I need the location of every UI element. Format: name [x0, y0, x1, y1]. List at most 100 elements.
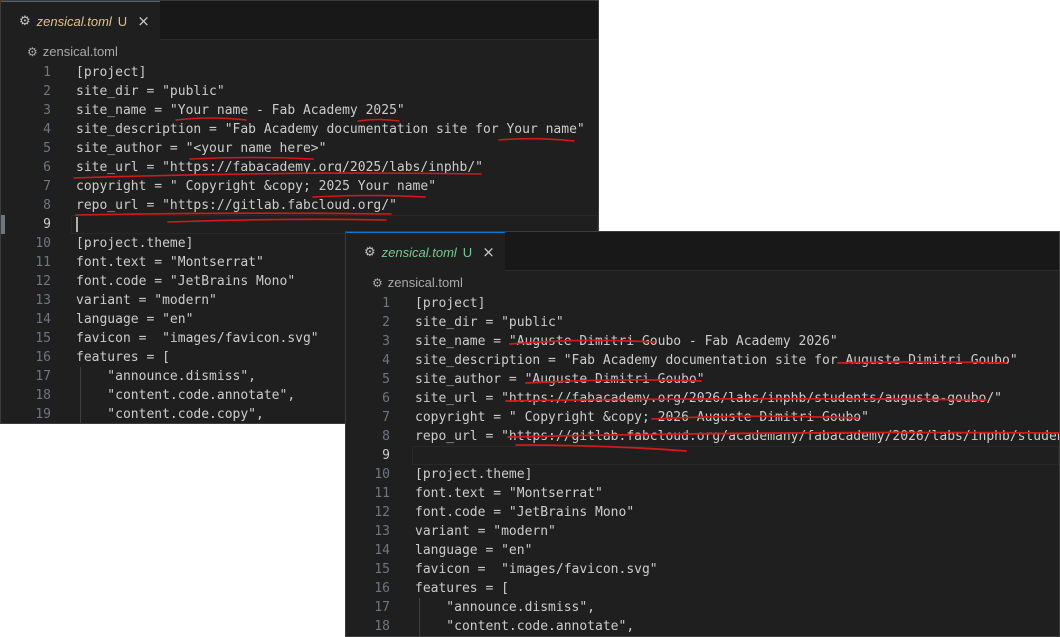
gear-icon: ⚙	[372, 275, 383, 290]
code-line[interactable]: 17 "announce.dismiss",	[346, 598, 1059, 617]
line-number: 5	[382, 372, 390, 387]
code-line[interactable]: 5 site_author = "Auguste Dimitri Goubo"	[346, 370, 1059, 389]
code-line[interactable]: 2 site_dir = "public"	[346, 313, 1059, 332]
code-line[interactable]: 3 site_name = "Your name - Fab Academy 20…	[1, 101, 598, 120]
code-line[interactable]: 10 [project.theme]	[346, 465, 1059, 484]
line-number: 4	[43, 122, 51, 137]
code-line[interactable]: 4 site_description = "Fab Academy documen…	[1, 120, 598, 139]
current-line-highlight	[412, 446, 1059, 465]
line-number: 12	[35, 274, 51, 289]
line-number: 13	[35, 293, 51, 308]
text-cursor	[76, 217, 78, 232]
code-line[interactable]: 14 language = "en"	[346, 541, 1059, 560]
code-text: language = "en"	[76, 312, 194, 327]
code-line[interactable]: 9	[346, 446, 1059, 465]
code-line[interactable]: 18 "content.code.annotate",	[346, 617, 1059, 636]
code-line[interactable]: 8 repo_url = "https://gitlab.fabcloud.org…	[1, 196, 598, 215]
code-text: "announce.dismiss",	[415, 600, 596, 615]
line-number: 14	[374, 543, 390, 558]
code-text: site_name = "Auguste Dimitri Goubo - Fab…	[415, 334, 838, 349]
line-number: 8	[43, 198, 51, 213]
tab-zensical-toml[interactable]: ⚙ zensical.toml U ×	[1, 1, 160, 40]
breadcrumb: ⚙ zensical.toml	[1, 40, 598, 63]
line-number: 8	[382, 429, 390, 444]
code-line[interactable]: 6 site_url = "https://fabacademy.org/2025…	[1, 158, 598, 177]
line-number: 18	[374, 619, 390, 634]
line-number: 15	[374, 562, 390, 577]
line-number: 2	[382, 315, 390, 330]
tab-bar: ⚙ zensical.toml U ×	[346, 232, 1059, 271]
gear-icon: ⚙	[27, 44, 38, 59]
code-line[interactable]: 12 font.code = "JetBrains Mono"	[346, 503, 1059, 522]
code-text: "content.code.copy",	[76, 407, 264, 422]
code-text: "content.code.annotate",	[76, 388, 296, 403]
code-line[interactable]: 16 features = [	[346, 579, 1059, 598]
code-text: site_description = "Fab Academy document…	[76, 122, 585, 137]
code-editor[interactable]: 1 [project] 2 site_dir = "public" 3 site_name…	[346, 294, 1059, 636]
code-line[interactable]: 7 copyright = " Copyright &copy; 2026 Aug…	[346, 408, 1059, 427]
code-text: [project]	[76, 65, 147, 80]
code-line[interactable]: 3 site_name = "Auguste Dimitri Goubo - Fa…	[346, 332, 1059, 351]
code-line[interactable]: 8 repo_url = "https://gitlab.fabcloud.org…	[346, 427, 1059, 446]
untracked-badge: U	[117, 13, 128, 29]
gear-icon: ⚙	[19, 13, 31, 29]
code-line[interactable]: 15 favicon = "images/favicon.svg"	[346, 560, 1059, 579]
code-text: site_dir = "public"	[76, 84, 225, 99]
code-text: font.text = "Montserrat"	[76, 255, 264, 270]
code-text: site_author = "<your name here>"	[76, 141, 327, 156]
code-text: repo_url = "https://gitlab.fabcloud.org/…	[415, 429, 1059, 444]
line-number: 5	[43, 141, 51, 156]
code-line[interactable]: 11 font.text = "Montserrat"	[346, 484, 1059, 503]
line-number: 1	[43, 65, 51, 80]
gear-icon: ⚙	[364, 244, 376, 260]
code-text: variant = "modern"	[415, 524, 556, 539]
line-number: 3	[43, 103, 51, 118]
line-number: 16	[35, 350, 51, 365]
code-text: font.code = "JetBrains Mono"	[415, 505, 635, 520]
line-number: 11	[374, 486, 390, 501]
line-number: 18	[35, 388, 51, 403]
line-number: 1	[382, 296, 390, 311]
breadcrumb-file[interactable]: zensical.toml	[388, 275, 463, 290]
breadcrumb-file[interactable]: zensical.toml	[43, 44, 118, 59]
code-line[interactable]: 4 site_description = "Fab Academy documen…	[346, 351, 1059, 370]
code-text: font.code = "JetBrains Mono"	[76, 274, 296, 289]
code-text: site_dir = "public"	[415, 315, 564, 330]
line-number: 4	[382, 353, 390, 368]
line-number: 12	[374, 505, 390, 520]
tab-bar: ⚙ zensical.toml U ×	[1, 1, 598, 40]
close-icon[interactable]: ×	[137, 12, 150, 30]
line-number: 9	[43, 217, 51, 232]
code-text: site_author = "Auguste Dimitri Goubo"	[415, 372, 705, 387]
tab-filename: zensical.toml	[381, 244, 457, 260]
code-line[interactable]: 1 [project]	[346, 294, 1059, 313]
line-number: 7	[43, 179, 51, 194]
line-number: 11	[35, 255, 51, 270]
code-text: "content.code.annotate",	[415, 619, 635, 634]
code-line[interactable]: 2 site_dir = "public"	[1, 82, 598, 101]
code-line[interactable]: 7 copyright = " Copyright &copy; 2025 You…	[1, 177, 598, 196]
code-line[interactable]: 5 site_author = "<your name here>"	[1, 139, 598, 158]
code-line[interactable]: 1 [project]	[1, 63, 598, 82]
code-text: site_url = "https://fabacademy.org/2026/…	[415, 391, 1002, 406]
code-line[interactable]: 6 site_url = "https://fabacademy.org/2026…	[346, 389, 1059, 408]
editor-window-right: ⚙ zensical.toml U × ⚙ zensical.toml 1 [pr…	[345, 231, 1060, 637]
line-number: 6	[43, 160, 51, 175]
line-number: 14	[35, 312, 51, 327]
close-icon[interactable]: ×	[482, 243, 495, 261]
line-number: 17	[35, 369, 51, 384]
code-text: site_url = "https://fabacademy.org/2025/…	[76, 160, 483, 175]
code-text: favicon = "images/favicon.svg"	[76, 331, 319, 346]
line-number: 10	[374, 467, 390, 482]
line-number: 15	[35, 331, 51, 346]
breadcrumb: ⚙ zensical.toml	[346, 271, 1059, 294]
code-text: site_name = "Your name - Fab Academy 202…	[76, 103, 405, 118]
tab-zensical-toml[interactable]: ⚙ zensical.toml U ×	[346, 232, 505, 271]
code-text: copyright = " Copyright &copy; 2025 Your…	[76, 179, 437, 194]
code-text: [project.theme]	[415, 467, 533, 482]
code-line[interactable]: 13 variant = "modern"	[346, 522, 1059, 541]
line-number: 7	[382, 410, 390, 425]
code-text: repo_url = "https://gitlab.fabcloud.org/…	[76, 198, 397, 213]
line-number: 9	[382, 448, 390, 463]
code-text: language = "en"	[415, 543, 533, 558]
